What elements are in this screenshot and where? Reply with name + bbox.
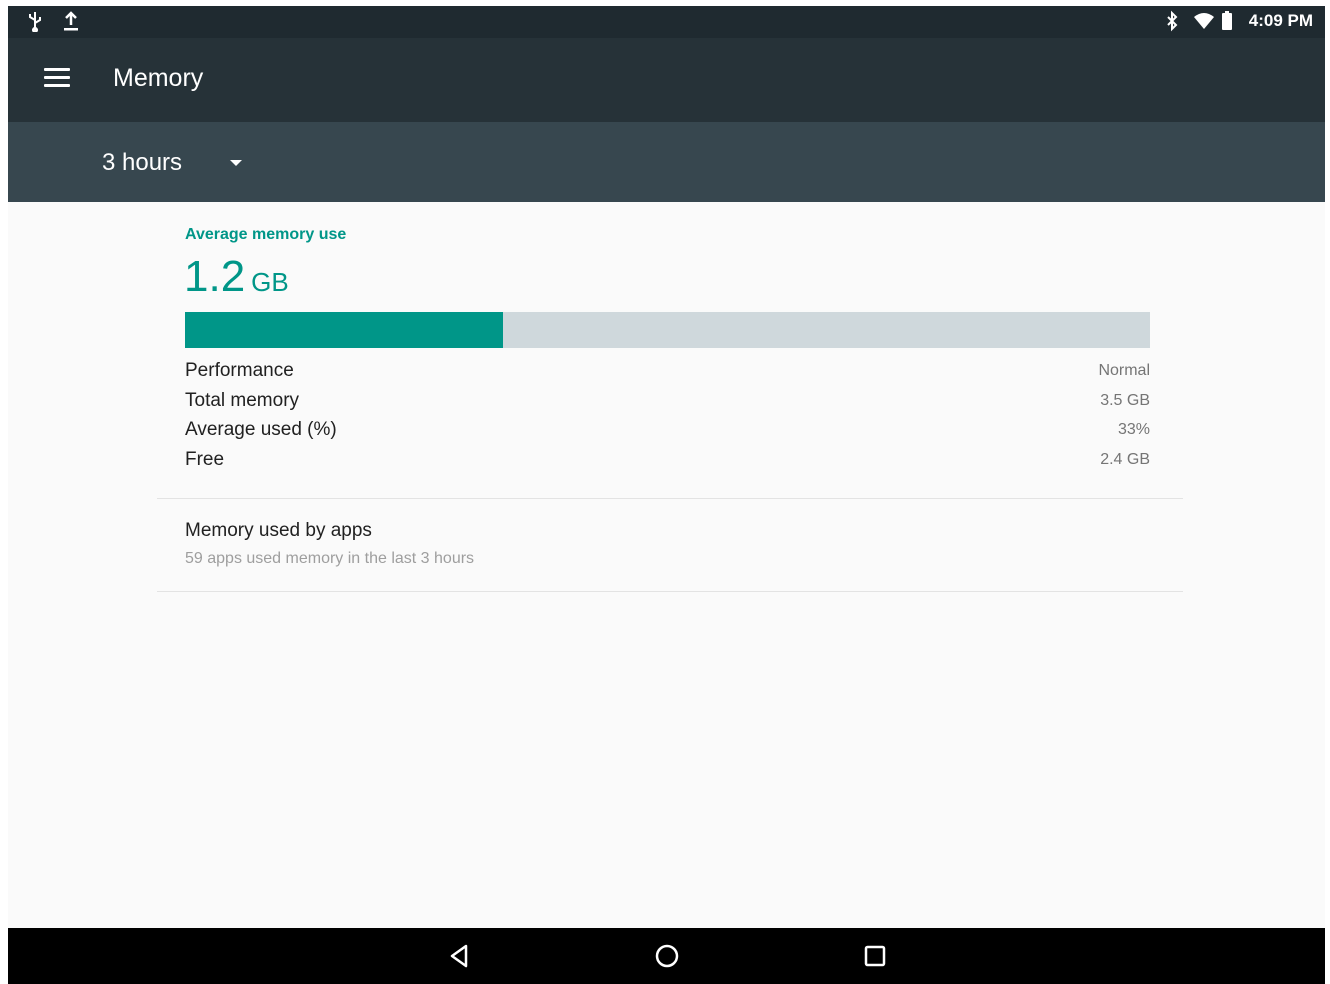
apps-item-title: Memory used by apps: [185, 520, 372, 541]
status-bar: 4:09 PM: [8, 6, 1325, 38]
stat-row-performance: Performance Normal: [185, 360, 1150, 390]
stat-label: Free: [185, 448, 225, 470]
stat-value: Normal: [1098, 362, 1150, 379]
average-memory-number: 1.2: [184, 252, 246, 301]
memory-usage-bar: [185, 312, 1150, 348]
stat-value: 2.4 GB: [1100, 450, 1150, 468]
stat-label: Average used (%): [185, 419, 337, 440]
hamburger-menu-icon[interactable]: [44, 68, 70, 90]
divider: [157, 591, 1183, 592]
stat-label: Performance: [185, 360, 294, 381]
time-range-dropdown[interactable]: 3 hours: [102, 146, 243, 180]
navigation-bar: [8, 928, 1325, 984]
stat-value: 3.5 GB: [1100, 391, 1150, 409]
home-icon[interactable]: [653, 942, 681, 970]
app-bar: Memory: [8, 38, 1325, 122]
memory-stats: Performance Normal Total memory 3.5 GB A…: [185, 360, 1150, 478]
bluetooth-icon: [1165, 10, 1183, 32]
apps-item-subtitle: 59 apps used memory in the last 3 hours: [185, 550, 475, 567]
filter-bar: 3 hours: [8, 122, 1325, 202]
battery-icon: [1221, 10, 1239, 32]
screen: 4:09 PM Memory 3 hours Average memory us…: [8, 6, 1325, 984]
clock: 4:09 PM: [1248, 11, 1313, 30]
time-range-label: 3 hours: [102, 149, 183, 176]
recents-icon[interactable]: [861, 942, 889, 970]
stat-row-total-memory: Total memory 3.5 GB: [185, 390, 1150, 420]
average-memory-value: 1.2 GB: [184, 252, 289, 302]
stat-label: Total memory: [185, 389, 300, 411]
stat-value: 33%: [1117, 421, 1150, 438]
back-icon[interactable]: [446, 942, 474, 970]
wifi-icon: [1193, 10, 1214, 32]
stat-row-free: Free 2.4 GB: [185, 449, 1150, 479]
usb-icon: [26, 10, 44, 33]
average-memory-unit: GB: [251, 267, 289, 297]
page-title: Memory: [113, 64, 204, 92]
memory-used-by-apps-item[interactable]: Memory used by apps 59 apps used memory …: [157, 498, 1183, 590]
upload-icon: [62, 10, 80, 32]
dropdown-arrow-icon: [230, 160, 243, 166]
average-memory-label: Average memory use: [185, 226, 347, 243]
stat-row-average-used: Average used (%) 33%: [185, 419, 1150, 449]
memory-usage-fill: [185, 312, 504, 348]
